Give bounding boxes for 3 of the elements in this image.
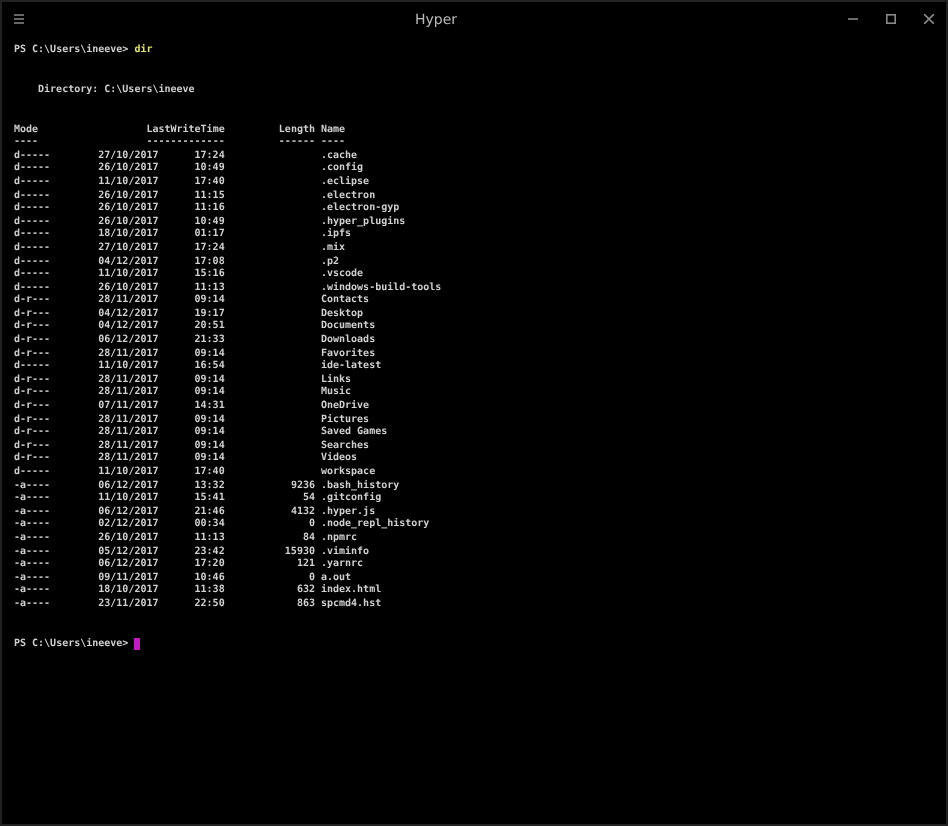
menu-icon[interactable] xyxy=(14,14,24,24)
maximize-icon[interactable] xyxy=(886,14,896,24)
close-icon[interactable] xyxy=(924,14,934,24)
